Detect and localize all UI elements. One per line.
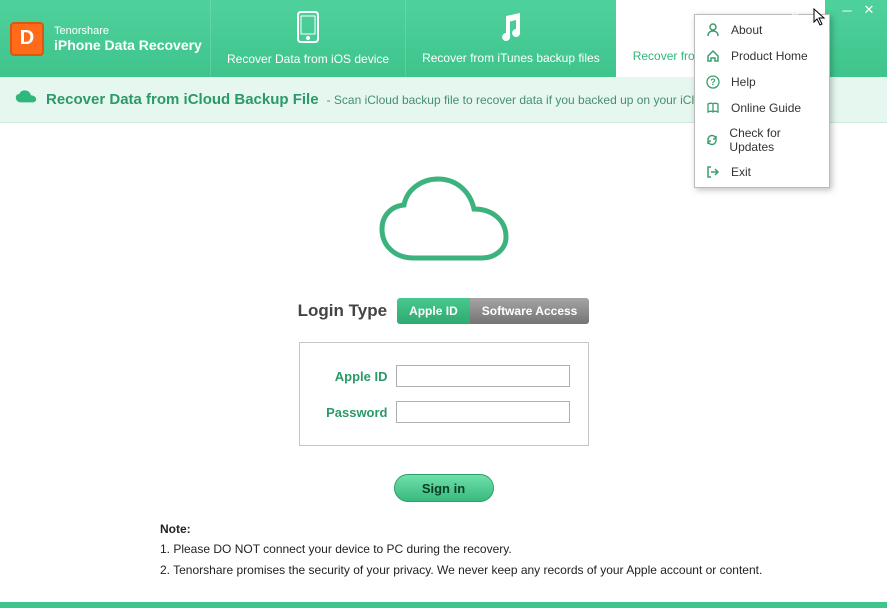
tab-ios-device[interactable]: Recover Data from iOS device	[210, 0, 405, 77]
sign-in-button[interactable]: Sign in	[394, 474, 494, 502]
menu-label: Help	[731, 75, 756, 89]
phone-icon	[297, 11, 319, 46]
large-cloud-icon	[374, 173, 514, 278]
apple-id-row: Apple ID	[318, 365, 570, 387]
menu-label: Product Home	[731, 49, 808, 63]
menu-label: Check for Updates	[729, 126, 819, 154]
settings-dropdown-menu: About Product Home ? Help Online Guide C…	[694, 14, 830, 188]
notes-section: Note: 1. Please DO NOT connect your devi…	[160, 519, 762, 580]
home-icon[interactable]: ⌂	[785, 2, 805, 18]
menu-label: Exit	[731, 165, 751, 179]
apple-id-input[interactable]	[396, 365, 570, 387]
menu-product-home[interactable]: Product Home	[695, 43, 829, 69]
window-controls: ⌂ ≡ ─ ✕	[777, 0, 887, 18]
menu-icon[interactable]: ≡	[807, 2, 827, 18]
tab-itunes-backup[interactable]: Recover from iTunes backup files	[405, 0, 616, 77]
page-title: Recover Data from iCloud Backup File	[46, 91, 319, 108]
login-type-row: Login Type Apple ID Software Access	[298, 298, 590, 324]
logo-section: D Tenorshare iPhone Data Recovery	[0, 22, 210, 56]
exit-icon	[705, 164, 721, 180]
apple-id-label: Apple ID	[318, 369, 388, 384]
svg-text:?: ?	[710, 77, 716, 87]
book-icon	[705, 100, 721, 116]
menu-about[interactable]: About	[695, 17, 829, 43]
password-input[interactable]	[396, 401, 570, 423]
login-form: Apple ID Password	[299, 342, 589, 446]
tab-label: Recover from iTunes backup files	[422, 51, 600, 65]
note-line-1: 1. Please DO NOT connect your device to …	[160, 539, 762, 559]
menu-label: Online Guide	[731, 101, 801, 115]
logo-text: Tenorshare iPhone Data Recovery	[54, 25, 202, 53]
home-icon	[705, 48, 721, 64]
question-icon: ?	[705, 74, 721, 90]
login-type-toggle: Apple ID Software Access	[397, 298, 589, 324]
app-title: iPhone Data Recovery	[54, 37, 202, 53]
person-icon	[705, 22, 721, 38]
toggle-software-access[interactable]: Software Access	[470, 298, 590, 324]
notes-title: Note:	[160, 519, 762, 539]
cloud-small-icon	[14, 89, 38, 110]
toggle-apple-id[interactable]: Apple ID	[397, 298, 470, 324]
bottom-bar	[0, 602, 887, 608]
close-button[interactable]: ✕	[859, 2, 879, 18]
menu-help[interactable]: ? Help	[695, 69, 829, 95]
minimize-button[interactable]: ─	[837, 2, 857, 18]
menu-check-updates[interactable]: Check for Updates	[695, 121, 829, 159]
music-note-icon	[498, 12, 524, 45]
app-logo-icon: D	[10, 22, 44, 56]
menu-label: About	[731, 23, 762, 37]
note-line-2: 2. Tenorshare promises the security of y…	[160, 560, 762, 580]
brand-name: Tenorshare	[54, 25, 202, 37]
menu-online-guide[interactable]: Online Guide	[695, 95, 829, 121]
menu-exit[interactable]: Exit	[695, 159, 829, 185]
password-row: Password	[318, 401, 570, 423]
login-type-label: Login Type	[298, 301, 387, 321]
password-label: Password	[318, 405, 388, 420]
refresh-icon	[705, 132, 719, 148]
tab-label: Recover Data from iOS device	[227, 52, 389, 66]
